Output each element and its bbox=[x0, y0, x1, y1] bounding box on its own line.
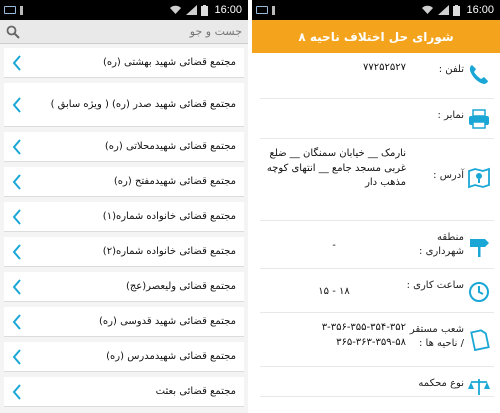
list-item[interactable]: مجتمع قضائی شهیدمحلاتی (ره) bbox=[4, 132, 244, 162]
signpost-icon bbox=[464, 229, 494, 257]
status-bar: 16:00 bbox=[0, 0, 248, 20]
list-item-label: مجتمع قضائی شهیدمدرس (ره) bbox=[106, 351, 236, 362]
phone-icon[interactable] bbox=[464, 61, 494, 85]
chevron-left-icon bbox=[12, 96, 21, 113]
search-bar bbox=[0, 20, 248, 44]
branches-label: شعب مستقر / ناحیه ها : bbox=[409, 324, 464, 349]
list-item-label: مجتمع قضائی شهید قدوسی (ره) bbox=[99, 316, 236, 327]
address-value: نارمک __ خیابان سمنگان __ ضلع غربی مسجد … bbox=[266, 148, 406, 188]
details-list: ۷۷۲۵۲۵۲۷ تلفن : نمابر : نارمک __ خیابان … bbox=[252, 53, 500, 397]
fax-icon bbox=[464, 107, 494, 129]
phone-label: تلفن : bbox=[438, 64, 464, 75]
list-item-label: مجتمع قضائی شهیدمحلاتی (ره) bbox=[104, 141, 236, 152]
fax-label: نمابر : bbox=[437, 110, 464, 121]
detail-row-address: نارمک __ خیابان سمنگان __ ضلع غربی مسجد … bbox=[260, 139, 494, 221]
clock-icon bbox=[464, 277, 494, 303]
hours-value: ۱۸ - ۱۵ bbox=[318, 286, 350, 297]
detail-row-fax: نمابر : bbox=[260, 99, 494, 139]
list-item[interactable]: مجتمع قضائی شهید بهشتی (ره) bbox=[4, 48, 244, 78]
list-item[interactable]: مجتمع قضائی شهیدمدرس (ره) bbox=[4, 342, 244, 372]
signal-icon bbox=[438, 5, 450, 15]
wifi-icon bbox=[169, 5, 182, 15]
volume-icon bbox=[20, 5, 28, 15]
court-list: مجتمع قضائی شهید بهشتی (ره) مجتمع قضائی … bbox=[0, 44, 248, 407]
right-screen: 16:00 شورای حل اختلاف ناحیه ۸ ۷۷۲۵۲۵۲۷ ت… bbox=[252, 0, 500, 413]
chevron-left-icon bbox=[12, 383, 21, 400]
list-item-label: مجتمع قضائی خانواده شماره(۱) bbox=[102, 211, 236, 222]
detail-row-phone: ۷۷۲۵۲۵۲۷ تلفن : bbox=[260, 53, 494, 99]
chevron-left-icon bbox=[12, 54, 21, 71]
status-bar: 16:00 bbox=[252, 0, 500, 20]
phone-value[interactable]: ۷۷۲۵۲۵۲۷ bbox=[260, 61, 406, 76]
list-item-label: مجتمع قضائی خانواده شماره(۲) bbox=[102, 246, 236, 257]
list-item[interactable]: مجتمع قضائی شهیدمفتح (ره) bbox=[4, 167, 244, 197]
map-icon[interactable] bbox=[464, 147, 494, 189]
list-item[interactable]: مجتمع قضائی شهید صدر (ره) ( ویژه سابق ) bbox=[4, 83, 244, 127]
list-item-label: مجتمع قضائی شهیدمفتح (ره) bbox=[113, 176, 236, 187]
battery-icon bbox=[201, 4, 209, 16]
usb-icon bbox=[4, 6, 16, 14]
status-left bbox=[0, 5, 28, 15]
left-screen: 16:00 مجتمع قضائی شهید بهشتی (ره) مجتمع … bbox=[0, 0, 248, 413]
stage: 16:00 مجتمع قضائی شهید بهشتی (ره) مجتمع … bbox=[0, 0, 500, 413]
detail-row-district: - منطقه شهرداری : bbox=[260, 221, 494, 269]
chevron-left-icon bbox=[12, 348, 21, 365]
signal-icon bbox=[186, 5, 198, 15]
list-item-label: مجتمع قضائی شهید صدر (ره) ( ویژه سابق ) bbox=[50, 99, 236, 110]
status-time: 16:00 bbox=[466, 4, 494, 16]
scales-icon bbox=[464, 375, 494, 395]
address-label: آدرس : bbox=[433, 170, 464, 181]
battery-icon bbox=[453, 4, 461, 16]
list-item[interactable]: مجتمع قضائی خانواده شماره(۱) bbox=[4, 202, 244, 232]
chevron-left-icon bbox=[12, 138, 21, 155]
court-type-label: نوع محکمه bbox=[418, 378, 464, 389]
search-icon[interactable] bbox=[6, 25, 20, 39]
district-value: - bbox=[332, 240, 336, 251]
district-label: منطقه شهرداری : bbox=[419, 232, 464, 257]
branches-value: ۳-۳۵۶-۳۵۵-۳۵۴-۳۵۲ ۳۶۵-۳۶۳-۳۵۹-۵۸ bbox=[321, 322, 406, 348]
wifi-icon bbox=[421, 5, 434, 15]
search-input[interactable] bbox=[20, 21, 242, 42]
list-item[interactable]: مجتمع قضائی ولیعصر(عج) bbox=[4, 272, 244, 302]
document-icon bbox=[464, 321, 494, 351]
volume-icon bbox=[272, 5, 280, 15]
page-title: شورای حل اختلاف ناحیه ۸ bbox=[252, 20, 500, 53]
list-item[interactable]: مجتمع قضائی خانواده شماره(۲) bbox=[4, 237, 244, 267]
detail-row-branches: ۳-۳۵۶-۳۵۵-۳۵۴-۳۵۲ ۳۶۵-۳۶۳-۳۵۹-۵۸ شعب مست… bbox=[260, 313, 494, 367]
chevron-left-icon bbox=[12, 313, 21, 330]
chevron-left-icon bbox=[12, 208, 21, 225]
hours-label: ساعت کاری : bbox=[406, 280, 464, 291]
list-item-label: مجتمع قضائی ولیعصر(عج) bbox=[125, 281, 236, 292]
usb-icon bbox=[256, 6, 268, 14]
detail-row-court-type: نوع محکمه bbox=[260, 367, 494, 397]
detail-row-hours: ۱۸ - ۱۵ ساعت کاری : bbox=[260, 269, 494, 313]
chevron-left-icon bbox=[12, 173, 21, 190]
list-item[interactable]: مجتمع قضائی شهید قدوسی (ره) bbox=[4, 307, 244, 337]
chevron-left-icon bbox=[12, 243, 21, 260]
status-time: 16:00 bbox=[214, 4, 242, 16]
list-item[interactable]: مجتمع قضائی بعثت bbox=[4, 377, 244, 407]
list-item-label: مجتمع قضائی بعثت bbox=[155, 386, 236, 397]
chevron-left-icon bbox=[12, 278, 21, 295]
list-item-label: مجتمع قضائی شهید بهشتی (ره) bbox=[102, 57, 236, 68]
status-left bbox=[252, 5, 280, 15]
